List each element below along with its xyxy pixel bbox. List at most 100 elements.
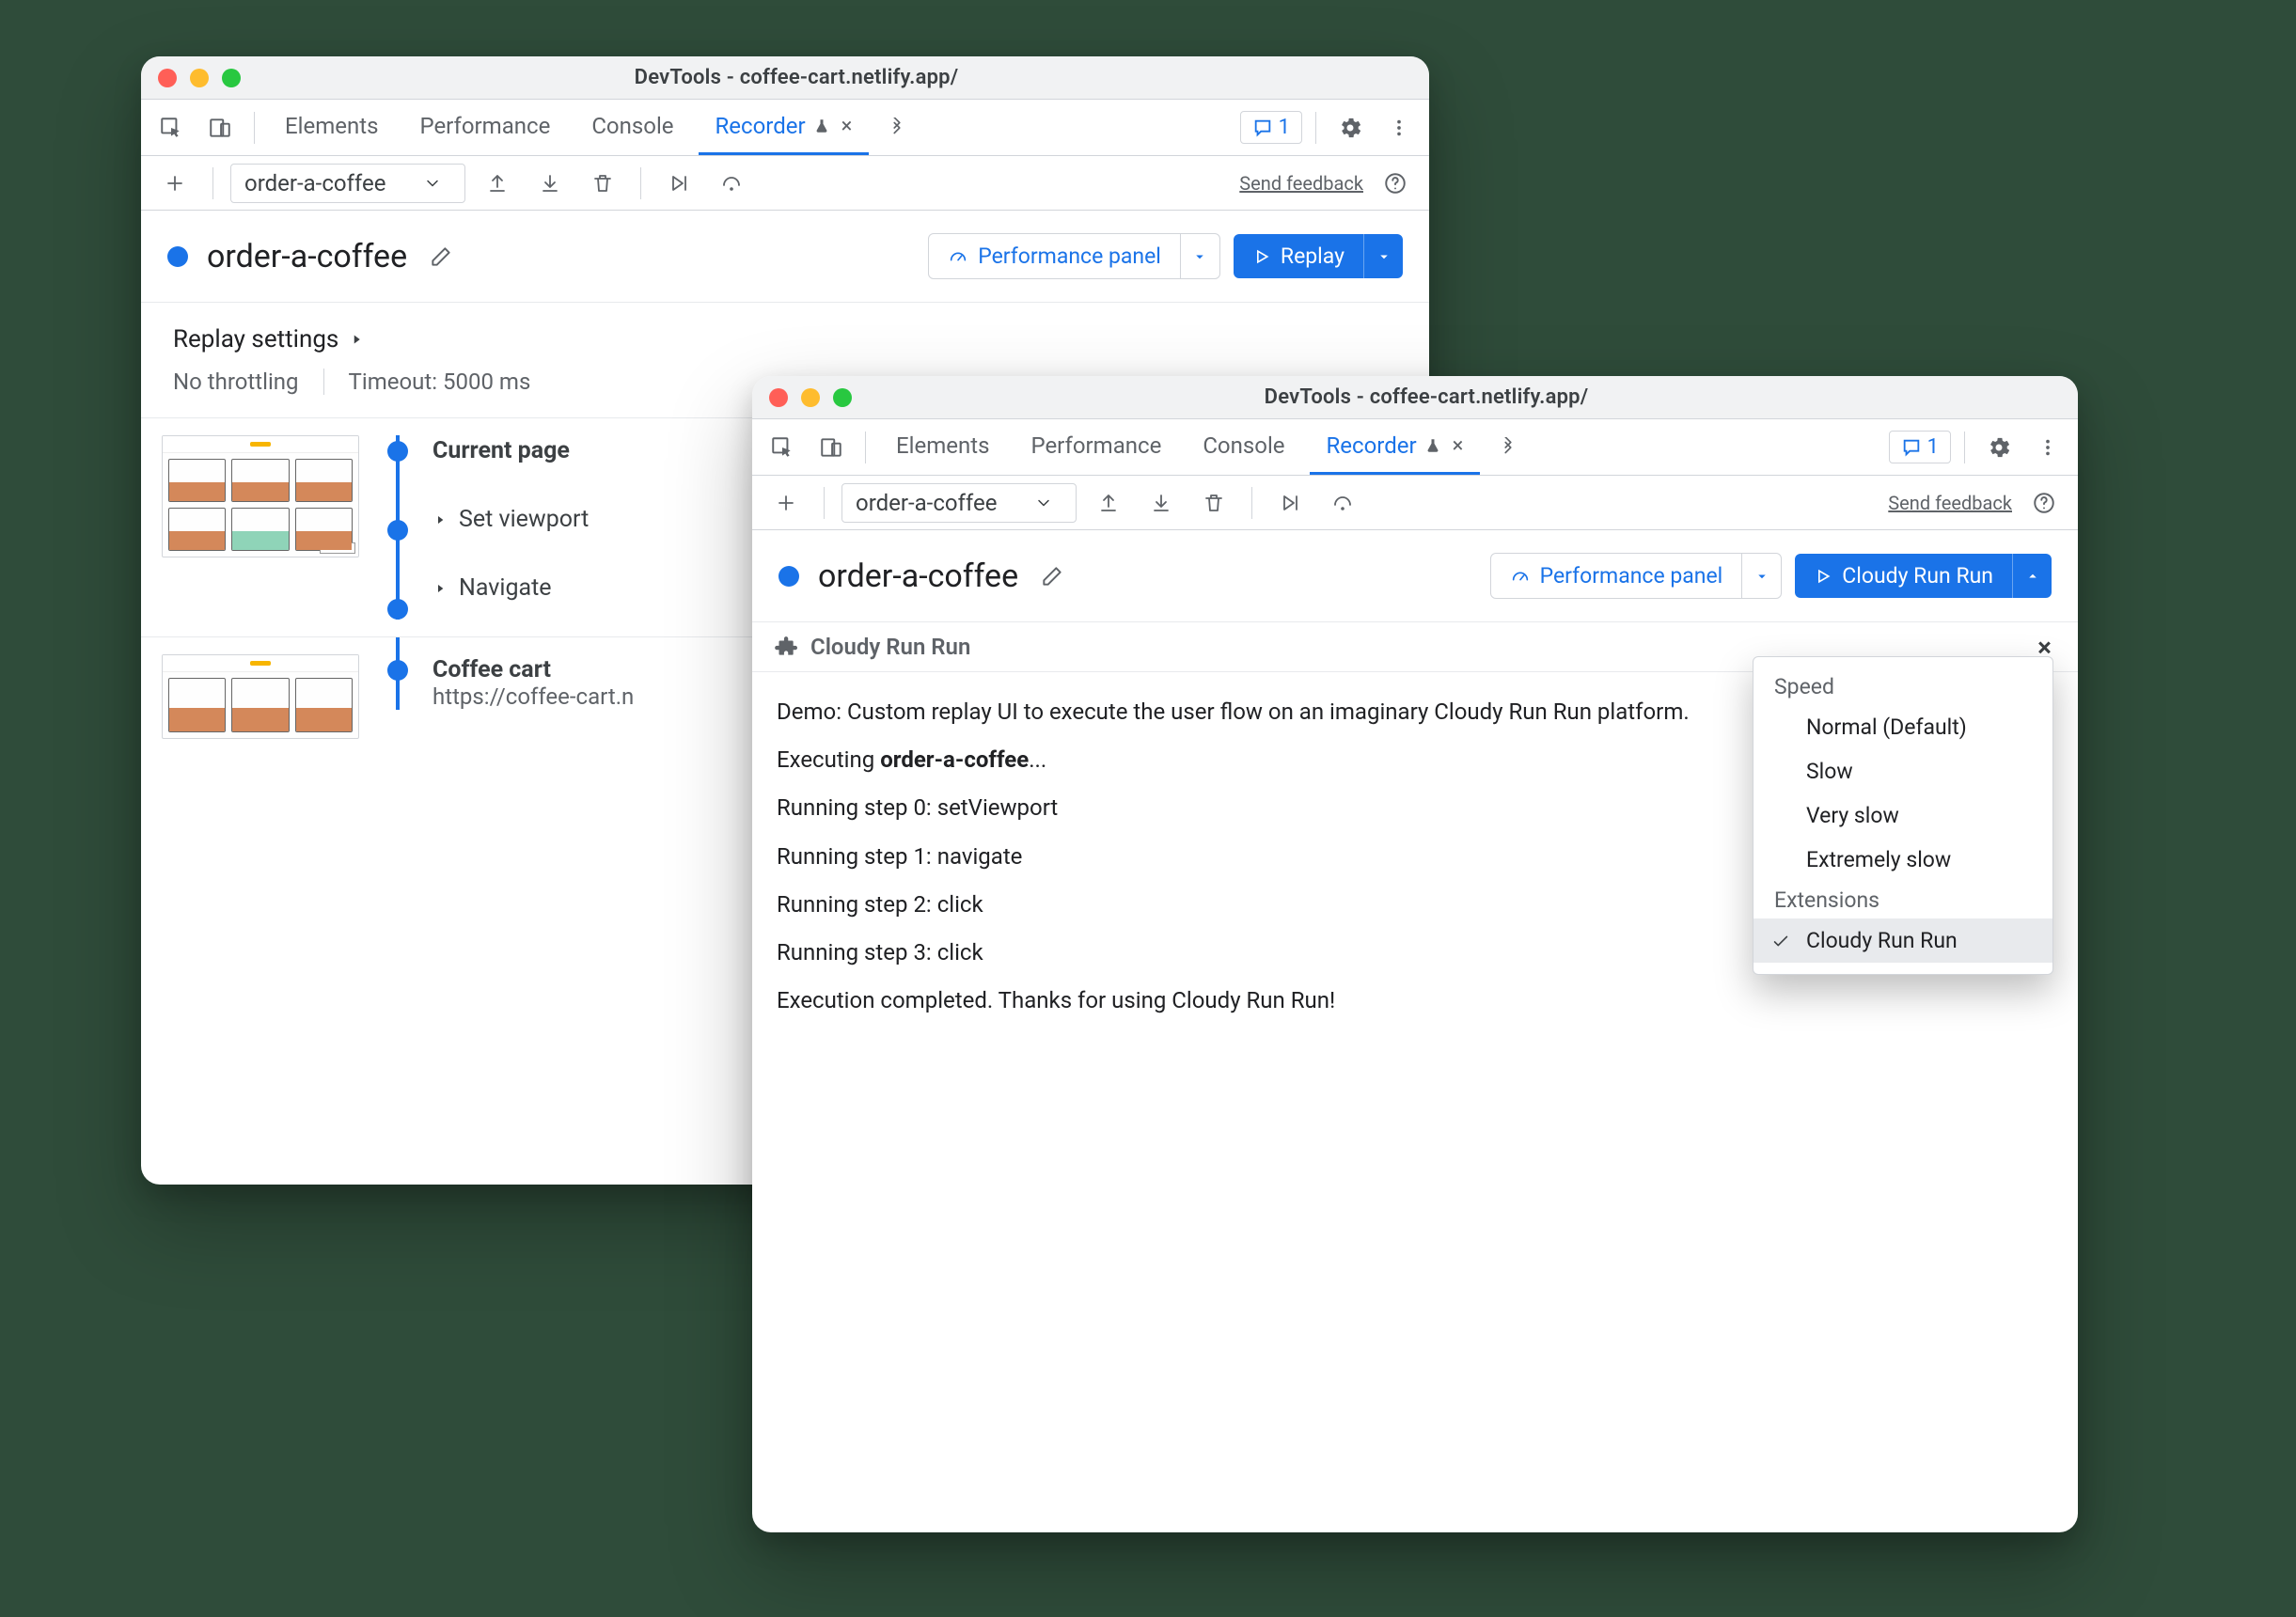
import-icon[interactable]	[529, 163, 571, 204]
close-window-icon[interactable]	[158, 69, 177, 87]
tab-console[interactable]: Console	[574, 100, 690, 155]
issues-count: 1	[1279, 116, 1290, 139]
help-icon[interactable]	[1375, 163, 1416, 204]
timeline-node	[387, 520, 408, 541]
window-title: DevTools - coffee-cart.netlify.app/	[867, 385, 1986, 409]
maximize-window-icon[interactable]	[222, 69, 241, 87]
send-feedback-link[interactable]: Send feedback	[1239, 172, 1363, 195]
inspect-element-icon[interactable]	[150, 107, 192, 149]
timeout-value: Timeout: 5000 ms	[349, 369, 531, 395]
page-thumbnail	[162, 435, 359, 557]
traffic-lights[interactable]	[769, 388, 852, 407]
minimize-window-icon[interactable]	[190, 69, 209, 87]
inspect-element-icon[interactable]	[762, 427, 803, 468]
replay-label: Replay	[1281, 243, 1345, 269]
gauge-icon	[948, 246, 968, 267]
close-tab-icon[interactable]: ×	[1453, 434, 1464, 458]
maximize-window-icon[interactable]	[833, 388, 852, 407]
settings-icon[interactable]	[1978, 427, 2020, 468]
performance-panel-button[interactable]: Performance panel	[1490, 553, 1783, 599]
performance-panel-caret[interactable]	[1180, 234, 1219, 278]
step-navigate[interactable]: Navigate	[432, 574, 589, 602]
step-current-page[interactable]: Current page	[432, 437, 589, 464]
tab-recorder[interactable]: Recorder ×	[1310, 419, 1481, 475]
timeline-node	[387, 441, 408, 462]
tab-recorder[interactable]: Recorder ×	[699, 100, 870, 155]
tab-performance[interactable]: Performance	[402, 100, 567, 155]
recording-select[interactable]: order-a-coffee	[230, 164, 465, 203]
performance-panel-main[interactable]: Performance panel	[929, 234, 1180, 278]
timeline-node	[387, 599, 408, 620]
step-set-viewport[interactable]: Set viewport	[432, 506, 589, 533]
tab-elements[interactable]: Elements	[268, 100, 395, 155]
more-tabs-icon[interactable]	[876, 107, 918, 149]
export-icon[interactable]	[1088, 482, 1129, 524]
page-thumbnail	[162, 654, 359, 739]
tab-elements[interactable]: Elements	[879, 419, 1006, 475]
performance-panel-main[interactable]: Performance panel	[1491, 554, 1742, 598]
device-toolbar-icon[interactable]	[199, 107, 241, 149]
recorder-toolbar: order-a-coffee Send feedback	[141, 156, 1429, 211]
delete-icon[interactable]	[582, 163, 623, 204]
timeline-node	[387, 660, 408, 681]
kebab-menu-icon[interactable]	[1378, 107, 1420, 149]
issues-button[interactable]: 1	[1240, 111, 1302, 144]
replay-main[interactable]: Replay	[1234, 234, 1363, 278]
caret-down-icon	[1191, 248, 1208, 265]
performance-panel-button[interactable]: Performance panel	[928, 233, 1220, 279]
tab-strip: Elements Performance Console Recorder × …	[752, 419, 2078, 476]
menu-item-very-slow[interactable]: Very slow	[1753, 793, 2052, 838]
performance-panel-caret[interactable]	[1741, 554, 1781, 598]
titlebar[interactable]: DevTools - coffee-cart.netlify.app/	[752, 376, 2078, 419]
import-icon[interactable]	[1140, 482, 1182, 524]
message-icon	[1901, 437, 1922, 458]
edit-name-icon[interactable]	[1031, 556, 1073, 597]
menu-item-normal[interactable]: Normal (Default)	[1753, 705, 2052, 749]
step-icon[interactable]	[1322, 482, 1363, 524]
replay-main[interactable]: Cloudy Run Run	[1795, 554, 2012, 598]
menu-group-speed: Speed	[1753, 668, 2052, 705]
menu-item-extremely-slow[interactable]: Extremely slow	[1753, 838, 2052, 882]
tab-console[interactable]: Console	[1186, 419, 1301, 475]
edit-name-icon[interactable]	[420, 236, 462, 277]
replay-settings-title[interactable]: Replay settings	[173, 325, 1397, 353]
new-recording-icon[interactable]	[765, 482, 807, 524]
device-toolbar-icon[interactable]	[810, 427, 852, 468]
settings-icon[interactable]	[1329, 107, 1371, 149]
close-tab-icon[interactable]: ×	[841, 115, 853, 138]
section-title[interactable]: Coffee cart	[432, 656, 634, 683]
message-icon	[1252, 118, 1273, 138]
caret-right-icon	[432, 512, 448, 527]
titlebar[interactable]: DevTools - coffee-cart.netlify.app/	[141, 56, 1429, 100]
step-icon[interactable]	[711, 163, 752, 204]
new-recording-icon[interactable]	[154, 163, 196, 204]
continue-icon[interactable]	[658, 163, 700, 204]
more-tabs-icon[interactable]	[1487, 427, 1529, 468]
recording-name: order-a-coffee	[207, 238, 407, 275]
traffic-lights[interactable]	[158, 69, 241, 87]
replay-button[interactable]: Replay	[1234, 234, 1403, 278]
extension-icon	[773, 635, 797, 659]
play-icon	[1252, 247, 1271, 266]
issues-count: 1	[1927, 435, 1939, 459]
continue-icon[interactable]	[1269, 482, 1311, 524]
help-icon[interactable]	[2023, 482, 2065, 524]
replay-caret[interactable]	[1363, 234, 1403, 278]
issues-button[interactable]: 1	[1889, 431, 1951, 463]
recording-select[interactable]: order-a-coffee	[841, 483, 1077, 523]
export-icon[interactable]	[477, 163, 518, 204]
send-feedback-link[interactable]: Send feedback	[1888, 492, 2012, 514]
throttling-value: No throttling	[173, 369, 299, 395]
minimize-window-icon[interactable]	[801, 388, 820, 407]
tab-performance[interactable]: Performance	[1014, 419, 1178, 475]
delete-icon[interactable]	[1193, 482, 1234, 524]
replay-caret[interactable]	[2012, 554, 2052, 598]
close-window-icon[interactable]	[769, 388, 788, 407]
tab-strip: Elements Performance Console Recorder × …	[141, 100, 1429, 156]
caret-right-icon	[432, 581, 448, 596]
menu-item-cloudy-run-run[interactable]: Cloudy Run Run	[1753, 918, 2052, 963]
check-icon	[1770, 931, 1791, 951]
replay-button[interactable]: Cloudy Run Run	[1795, 554, 2052, 598]
kebab-menu-icon[interactable]	[2027, 427, 2068, 468]
menu-item-slow[interactable]: Slow	[1753, 749, 2052, 793]
